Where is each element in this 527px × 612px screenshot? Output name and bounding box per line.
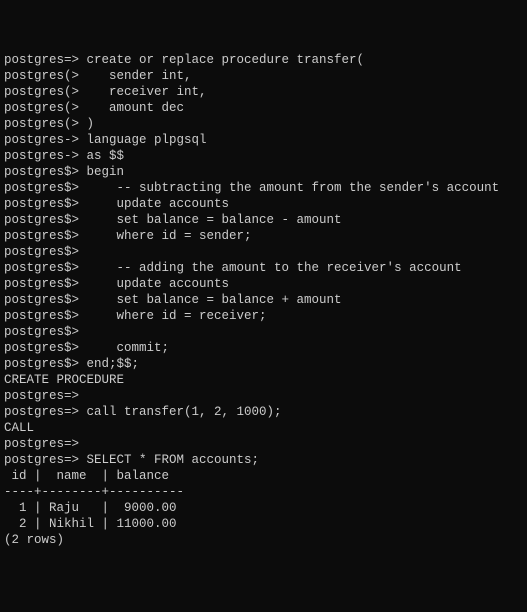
terminal-line: postgres=> create or replace procedure t… (4, 52, 523, 68)
terminal-line: postgres$> where id = sender; (4, 228, 523, 244)
terminal-line: 2 | Nikhil | 11000.00 (4, 516, 523, 532)
terminal-line: postgres(> ) (4, 116, 523, 132)
terminal-line: postgres$> begin (4, 164, 523, 180)
terminal-line: postgres=> call transfer(1, 2, 1000); (4, 404, 523, 420)
terminal-line: postgres(> sender int, (4, 68, 523, 84)
terminal-line: postgres-> language plpgsql (4, 132, 523, 148)
terminal-line: postgres$> update accounts (4, 196, 523, 212)
terminal-line: postgres$> set balance = balance - amoun… (4, 212, 523, 228)
terminal-line: postgres-> as $$ (4, 148, 523, 164)
terminal-line: postgres$> where id = receiver; (4, 308, 523, 324)
terminal-line: postgres$> set balance = balance + amoun… (4, 292, 523, 308)
terminal-line: postgres(> receiver int, (4, 84, 523, 100)
terminal-line: (2 rows) (4, 532, 523, 548)
terminal-line: CALL (4, 420, 523, 436)
terminal-line: id | name | balance (4, 468, 523, 484)
terminal-line: postgres$> -- subtracting the amount fro… (4, 180, 523, 196)
terminal-line: ----+--------+---------- (4, 484, 523, 500)
terminal-line: postgres$> -- adding the amount to the r… (4, 260, 523, 276)
terminal-line: postgres=> (4, 388, 523, 404)
terminal-line: postgres=> SELECT * FROM accounts; (4, 452, 523, 468)
terminal-line: postgres=> (4, 436, 523, 452)
terminal-line: postgres(> amount dec (4, 100, 523, 116)
terminal-line: postgres$> end;$$; (4, 356, 523, 372)
terminal-output[interactable]: postgres=> create or replace procedure t… (4, 52, 523, 548)
terminal-line: CREATE PROCEDURE (4, 372, 523, 388)
terminal-line: postgres$> update accounts (4, 276, 523, 292)
terminal-line: 1 | Raju | 9000.00 (4, 500, 523, 516)
terminal-line: postgres$> (4, 244, 523, 260)
terminal-line: postgres$> commit; (4, 340, 523, 356)
terminal-line: postgres$> (4, 324, 523, 340)
